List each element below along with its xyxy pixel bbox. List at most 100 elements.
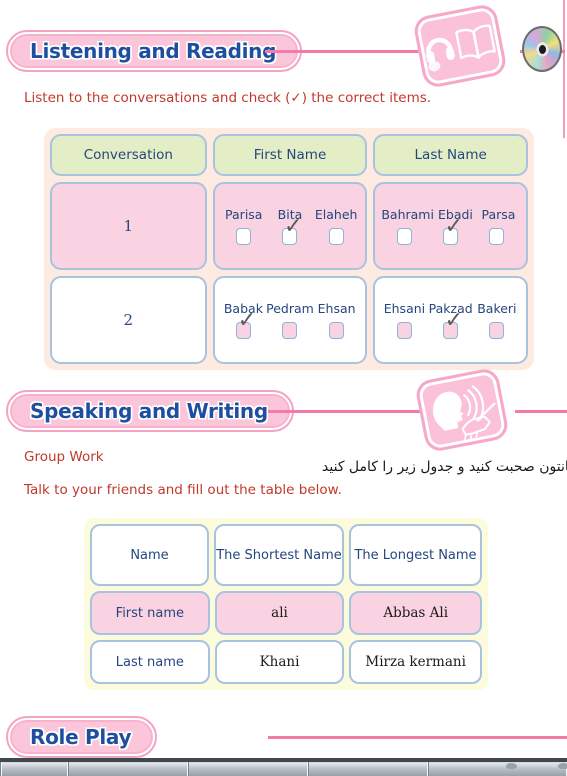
option-label: Pedram	[266, 301, 314, 316]
cell-first-name-options: Babak Pedram Ehsan ✓	[212, 276, 368, 364]
taskbar-tray-icon[interactable]	[506, 763, 517, 769]
checkbox[interactable]	[489, 228, 505, 245]
checkbox-slot[interactable]: ✓	[267, 216, 313, 245]
checkbox[interactable]	[396, 322, 412, 339]
conversation-number: 1	[123, 217, 134, 235]
farsi-instruction: تانتون صحبت کنید و جدول زیر را کامل کنید	[322, 459, 567, 475]
section-title-pill-role-play[interactable]: Role Play	[5, 716, 158, 758]
section-title-pill-listening[interactable]: Listening and Reading	[5, 30, 303, 72]
taskbar-item[interactable]	[188, 762, 308, 776]
checkmark-icon: ✓	[444, 308, 464, 333]
option-label: Parsa	[481, 207, 516, 222]
taskbar[interactable]	[0, 758, 567, 776]
cell-last-name-options: Bahrami Ebadi Parsa ✓	[373, 182, 528, 270]
table-header-row: Conversation First Name Last Name	[50, 134, 528, 176]
checkbox[interactable]	[236, 228, 252, 245]
checkbox[interactable]	[328, 322, 344, 339]
header-cell-conversation: Conversation	[50, 134, 207, 176]
open-book-icon	[455, 24, 496, 60]
option-label: Ehsani	[383, 301, 426, 316]
taskbar-item[interactable]	[308, 762, 428, 776]
cell-conversation-number: 1	[50, 182, 207, 270]
cell-shortest-first-name[interactable]: ali	[214, 591, 345, 635]
header-cell-name: Name	[90, 524, 209, 586]
section-header-speaking: Speaking and Writing	[6, 390, 294, 432]
checkbox[interactable]	[396, 228, 412, 245]
section-header-listening: Listening and Reading	[5, 30, 303, 72]
section-title-label-speaking: Speaking and Writing	[30, 399, 268, 423]
row-label: First name	[115, 605, 185, 621]
cell-value: Abbas Ali	[383, 605, 449, 621]
listening-instruction: Listen to the conversations and check (✓…	[24, 90, 432, 106]
checkmark-icon: ✓	[237, 308, 257, 333]
cell-shortest-last-name[interactable]: Khani	[214, 640, 345, 684]
cell-longest-last-name[interactable]: Mirza kermani	[349, 640, 482, 684]
checkbox-slot[interactable]	[381, 228, 427, 245]
option-label: Bakeri	[477, 301, 517, 316]
header-cell-first-name: First Name	[212, 134, 368, 176]
header-label: Last Name	[414, 147, 487, 163]
cell-longest-first-name[interactable]: Abbas Ali	[349, 591, 482, 635]
section-header-role-play: Role Play	[5, 716, 158, 758]
checkmark-icon: ✓	[283, 214, 303, 239]
cell-value: Khani	[259, 654, 300, 670]
option-label: Elaheh	[314, 207, 358, 222]
checkmark-icon: ✓	[444, 214, 464, 239]
cell-value: ali	[271, 605, 288, 621]
checkbox-slot[interactable]	[267, 322, 313, 339]
header-label: The Shortest Name	[216, 547, 342, 563]
option-label: Parisa	[225, 207, 263, 222]
taskbar-item[interactable]	[68, 762, 188, 776]
table-row: 2 Babak Pedram Ehsan ✓ Ehsani Pakzad Bak…	[50, 276, 528, 364]
header-label: The Longest Name	[354, 547, 477, 563]
taskbar-tray-icon[interactable]	[558, 763, 567, 769]
connector-rule-speaking-right	[515, 410, 567, 413]
cell-last-name-options: Ehsani Pakzad Bakeri ✓	[373, 276, 528, 364]
checkbox-slot[interactable]: ✓	[221, 310, 267, 339]
listening-table: Conversation First Name Last Name 1 Pari…	[44, 128, 534, 370]
table-row: Last name Khani Mirza kermani	[90, 640, 482, 684]
checkbox-slot[interactable]: ✓	[428, 216, 474, 245]
taskbar-item[interactable]	[0, 762, 68, 776]
speaking-icon-badge	[413, 366, 511, 454]
checkbox[interactable]	[328, 228, 344, 245]
group-work-label: Group Work	[24, 449, 104, 465]
section-title-pill-speaking[interactable]: Speaking and Writing	[6, 390, 294, 432]
page-root: Listening and Reading Listen to the conv…	[0, 0, 567, 776]
cell-conversation-number: 2	[50, 276, 207, 364]
checkbox-slot[interactable]	[313, 228, 359, 245]
checkbox-slot[interactable]	[221, 228, 267, 245]
row-label: Last name	[115, 654, 184, 670]
cell-first-name-options: Parisa Bita Elaheh ✓	[212, 182, 368, 270]
table-row: 1 Parisa Bita Elaheh ✓ Bahrami Ebadi Par…	[50, 182, 528, 270]
checkbox-slot[interactable]	[313, 322, 359, 339]
taskbar-item[interactable]	[428, 762, 567, 776]
taskbar-item[interactable]	[0, 762, 2, 776]
listening-icon-badge	[411, 2, 509, 90]
conversation-number: 2	[123, 311, 134, 329]
connector-rule-speaking	[268, 410, 423, 413]
section-title-label-listening: Listening and Reading	[30, 39, 277, 63]
checkbox-slot[interactable]	[474, 228, 520, 245]
header-cell-shortest-name: The Shortest Name	[214, 524, 344, 586]
checkbox-slot[interactable]	[381, 322, 427, 339]
right-edge-rule	[563, 0, 565, 138]
header-cell-longest-name: The Longest Name	[349, 524, 482, 586]
connector-rule-role-play	[268, 736, 567, 739]
header-label: First Name	[253, 147, 327, 163]
checkbox-slot[interactable]	[474, 322, 520, 339]
option-label: Bahrami	[381, 207, 434, 222]
table-header-row: Name The Shortest Name The Longest Name	[90, 524, 482, 586]
cell-value: Mirza kermani	[365, 654, 466, 670]
section-title-label-role-play: Role Play	[30, 725, 132, 749]
header-label: Name	[130, 547, 169, 563]
checkbox-slot[interactable]: ✓	[428, 310, 474, 339]
checkbox[interactable]	[489, 322, 505, 339]
cell-row-label-first-name: First name	[90, 591, 210, 635]
option-label: Ehsan	[317, 301, 356, 316]
cell-row-label-last-name: Last name	[90, 640, 210, 684]
header-label: Conversation	[83, 147, 173, 163]
writing-table: Name The Shortest Name The Longest Name …	[84, 518, 488, 690]
checkbox[interactable]	[282, 322, 298, 339]
table-row: First name ali Abbas Ali	[90, 591, 482, 635]
